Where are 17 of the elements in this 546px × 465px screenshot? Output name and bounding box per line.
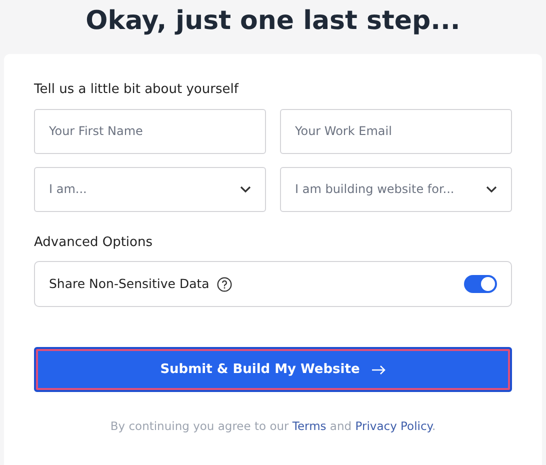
chevron-down-icon — [240, 186, 251, 192]
option-label: Share Non-Sensitive Data — [49, 274, 210, 293]
select-field[interactable]: I am... — [34, 166, 266, 212]
section-label: Tell us a little bit about yourself — [34, 81, 240, 99]
select-field[interactable]: I am building website for... — [280, 166, 512, 212]
arrow-right-icon — [372, 364, 386, 374]
toggle-switch[interactable] — [464, 275, 497, 293]
terms-notice: By continuing you agree to our Terms and Privacy Policy. — [109, 418, 437, 435]
help-icon[interactable] — [217, 276, 232, 292]
section-label: Advanced Options — [34, 234, 154, 252]
submit-button[interactable]: Submit & Build My Website — [34, 347, 512, 392]
text-field[interactable]: Your Work Email — [280, 108, 512, 154]
terms-link[interactable]: Terms — [292, 419, 326, 433]
privacy-policy-link[interactable]: Privacy Policy — [355, 419, 432, 433]
text-field[interactable]: Your First Name — [34, 108, 266, 154]
chevron-down-icon — [486, 186, 497, 192]
page-heading: Okay, just one last step... — [84, 5, 462, 38]
